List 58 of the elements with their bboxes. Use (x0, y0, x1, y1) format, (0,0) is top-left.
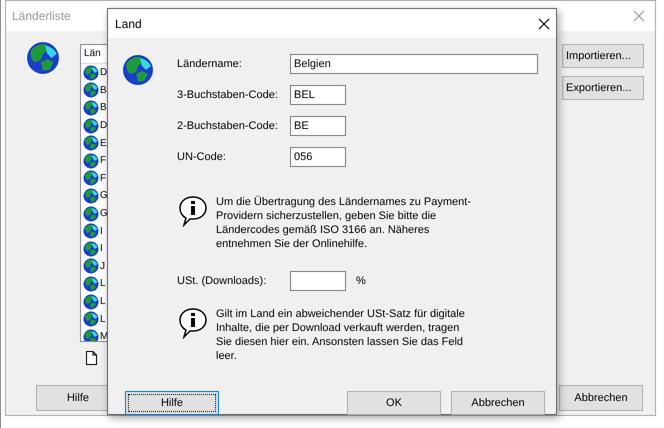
dialog-button[interactable]: Abbrechen (451, 391, 545, 415)
country-name[interactable]: J (100, 260, 105, 272)
globe-icon (83, 240, 99, 257)
country-name[interactable]: D (100, 67, 108, 78)
country-name[interactable]: B (100, 84, 107, 96)
dialog-button[interactable]: Hilfe (125, 391, 219, 415)
info-text: Um die Übertragung des Ländernames zu Payment-Providern sicherzustellen, geben Sie bitte die Ländercodes gemäß ISO 3166 an. Näheres entnehmen Sie der Onlinehilfe. (216, 195, 472, 251)
info-icon (178, 195, 208, 227)
country-name[interactable]: L (100, 278, 106, 290)
info-text: Gilt im Land ein abweichender USt-Satz für digitale Inhalte, die per Download verkauft werden, tragen Sie diesen hier ein. Ansonsten lassen Sie das Feld leer. (216, 307, 466, 363)
close-icon[interactable] (538, 18, 550, 30)
text-field[interactable]: Belgien (290, 54, 538, 74)
globe-icon (83, 64, 99, 81)
globe-icon (83, 206, 99, 222)
country-name[interactable]: L (100, 314, 106, 325)
field-label: 2-Buchstaben-Code: (177, 120, 279, 132)
dialog-title: Land (115, 16, 142, 30)
dialog-button[interactable]: OK (347, 391, 441, 415)
globe-icon (83, 100, 99, 116)
field-label: 3-Buchstaben-Code: (177, 89, 279, 101)
globe-icon (83, 152, 99, 169)
globe-icon (122, 54, 154, 86)
globe-icon (83, 311, 99, 328)
globe-icon (83, 135, 99, 152)
globe-icon (83, 82, 99, 98)
globe-icon (83, 170, 99, 186)
field-label: UN-Code: (177, 151, 227, 163)
country-name[interactable]: D (100, 120, 108, 132)
country-name[interactable]: F (100, 172, 106, 184)
globe-icon (83, 258, 99, 274)
vat-field[interactable] (290, 271, 346, 291)
country-name[interactable]: I (100, 243, 103, 254)
country-name[interactable]: G (100, 208, 108, 220)
info-icon (178, 307, 208, 339)
text-field[interactable]: 056 (290, 147, 346, 167)
text-field[interactable]: BE (290, 116, 346, 136)
globe-icon (83, 328, 99, 341)
field-label: Ländername: (177, 58, 243, 70)
globe-icon (83, 188, 99, 204)
action-button[interactable]: Importieren... (562, 44, 644, 68)
percent-unit: % (356, 275, 366, 287)
country-name[interactable]: E (100, 138, 107, 149)
country-name[interactable]: I (100, 226, 103, 237)
globe-icon (83, 223, 99, 240)
country-name[interactable]: B (100, 102, 107, 114)
country-name[interactable]: F (100, 155, 106, 166)
window-title: Länderliste (12, 9, 71, 23)
country-name[interactable]: G (100, 190, 108, 202)
globe-icon (26, 41, 60, 75)
field-label: USt. (Downloads): (177, 275, 268, 287)
document-icon (86, 351, 97, 365)
country-name[interactable]: L (100, 296, 106, 308)
globe-icon (83, 118, 99, 134)
text-field[interactable]: BEL (290, 85, 346, 105)
globe-icon (83, 276, 99, 292)
globe-icon (83, 294, 99, 310)
action-button[interactable]: Exportieren... (562, 76, 644, 100)
footer-button[interactable]: Abbrechen (559, 385, 643, 411)
